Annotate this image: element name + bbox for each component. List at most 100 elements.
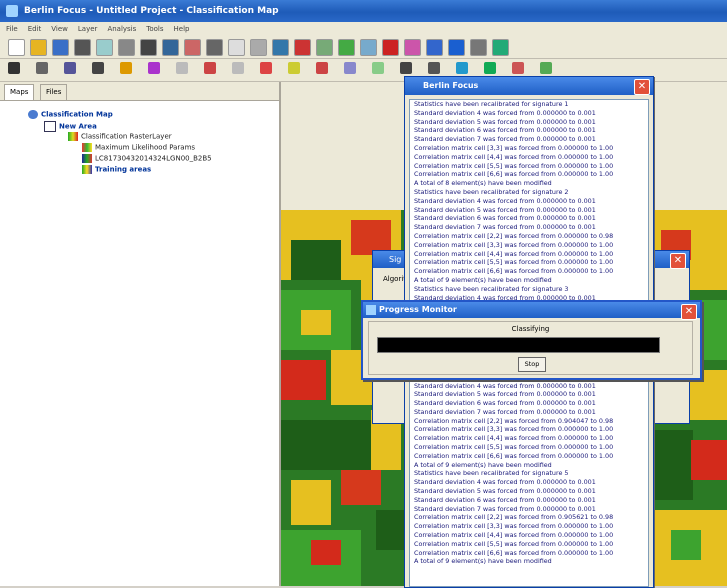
toolbar-button-icon[interactable]: [426, 39, 443, 56]
log-line: Standard deviation 4 was forced from 0.0…: [414, 196, 596, 205]
toolbar-button-icon[interactable]: [206, 39, 223, 56]
tree-item-landsat-image[interactable]: LC81730432014324LGN00_B2B5: [82, 154, 212, 163]
toolbar-button-icon[interactable]: [360, 39, 377, 56]
log-line: Correlation matrix cell [6,6] was forced…: [414, 267, 614, 276]
panel-tabs: Maps Files: [0, 82, 279, 101]
log-line: Standard deviation 5 was forced from 0.0…: [414, 487, 596, 496]
log-line: Standard deviation 6 was forced from 0.0…: [414, 399, 596, 408]
toolbar-button-icon[interactable]: [338, 39, 355, 56]
tree-item-classification-map[interactable]: Classification Map: [28, 110, 113, 119]
log-line: Standard deviation 4 was forced from 0.0…: [414, 478, 596, 487]
progress-monitor-icon: [366, 305, 376, 315]
toolbar-button-icon[interactable]: [492, 39, 509, 56]
menu-item-view[interactable]: View: [51, 25, 68, 33]
drawing-tool-icon[interactable]: [148, 62, 160, 74]
app-icon: [6, 5, 18, 17]
toolbar-button-icon[interactable]: [74, 39, 91, 56]
tree-item-training-areas[interactable]: Training areas: [82, 165, 151, 174]
log-line: Correlation matrix cell [5,5] was forced…: [414, 443, 614, 452]
drawing-tool-icon[interactable]: [204, 62, 216, 74]
tab-files[interactable]: Files: [40, 84, 68, 100]
drawing-tool-icon[interactable]: [428, 62, 440, 74]
menu-item-help[interactable]: Help: [174, 25, 190, 33]
toolbar-button-icon[interactable]: [118, 39, 135, 56]
toolbar-button-icon[interactable]: [52, 39, 69, 56]
toolbar-button-icon[interactable]: [184, 39, 201, 56]
drawing-tool-icon[interactable]: [288, 62, 300, 74]
toolbar-button-icon[interactable]: [30, 39, 47, 56]
progress-monitor-close-button[interactable]: ✕: [681, 304, 697, 320]
drawing-tool-icon[interactable]: [64, 62, 76, 74]
signature-dialog-close-button[interactable]: ✕: [670, 253, 686, 269]
menu-item-edit[interactable]: Edit: [28, 25, 42, 33]
drawing-tool-icon[interactable]: [456, 62, 468, 74]
log-line: Standard deviation 6 was forced from 0.0…: [414, 214, 596, 223]
toolbar-button-icon[interactable]: [250, 39, 267, 56]
progress-monitor-title-bar: Progress Monitor ✕: [363, 302, 700, 320]
drawing-tool-icon[interactable]: [400, 62, 412, 74]
menu-item-layer[interactable]: Layer: [78, 25, 98, 33]
drawing-tool-icon[interactable]: [176, 62, 188, 74]
progress-status-label: Classifying: [511, 325, 550, 333]
log-line: Standard deviation 5 was forced from 0.0…: [414, 390, 596, 399]
toolbar-button-icon[interactable]: [470, 39, 487, 56]
log-line: A total of 9 element(s) have been modifi…: [414, 275, 552, 284]
toolbar-button-icon[interactable]: [162, 39, 179, 56]
drawing-tool-icon[interactable]: [260, 62, 272, 74]
drawing-tool-icon[interactable]: [512, 62, 524, 74]
log-line: A total of 9 element(s) have been modifi…: [414, 460, 552, 469]
toolbar-button-icon[interactable]: [8, 39, 25, 56]
stop-button[interactable]: Stop: [518, 357, 546, 372]
menu-item-analysis[interactable]: Analysis: [107, 25, 136, 33]
toolbar-button-icon[interactable]: [96, 39, 113, 56]
main-toolbar: [0, 36, 727, 59]
menu-item-file[interactable]: File: [6, 25, 18, 33]
log-window-title-bar: Berlin Focus ✕: [405, 77, 653, 95]
log-line: A total of 9 element(s) have been modifi…: [414, 557, 552, 566]
log-line: Correlation matrix cell [2,2] was forced…: [414, 231, 614, 240]
drawing-tool-icon[interactable]: [232, 62, 244, 74]
toolbar-button-icon[interactable]: [228, 39, 245, 56]
toolbar-button-icon[interactable]: [272, 39, 289, 56]
tree-item-raster-layer[interactable]: Classification RasterLayer: [68, 132, 172, 141]
menu-item-tools[interactable]: Tools: [146, 25, 163, 33]
drawing-tool-icon[interactable]: [36, 62, 48, 74]
tree-item-new-area[interactable]: New Area: [44, 121, 97, 132]
log-line: A total of 8 element(s) have been modifi…: [414, 179, 552, 188]
log-line: Standard deviation 7 was forced from 0.0…: [414, 504, 596, 513]
tab-maps[interactable]: Maps: [4, 84, 35, 100]
drawing-tool-icon[interactable]: [540, 62, 552, 74]
drawing-tool-icon[interactable]: [8, 62, 20, 74]
toolbar-button-icon[interactable]: [140, 39, 157, 56]
title-bar: Berlin Focus - Untitled Project - Classi…: [0, 0, 727, 22]
progress-panel: Classifying Stop: [368, 321, 693, 375]
drawing-tool-icon[interactable]: [92, 62, 104, 74]
polygon-layer-icon: [82, 165, 92, 174]
log-line: Correlation matrix cell [3,3] was forced…: [414, 240, 614, 249]
log-line: Correlation matrix cell [2,2] was forced…: [414, 513, 614, 522]
log-line: Standard deviation 7 was forced from 0.0…: [414, 223, 596, 232]
log-line: Correlation matrix cell [4,4] was forced…: [414, 249, 614, 258]
toolbar-button-icon[interactable]: [294, 39, 311, 56]
drawing-tool-icon[interactable]: [344, 62, 356, 74]
log-line: Correlation matrix cell [4,4] was forced…: [414, 152, 614, 161]
table-of-contents-panel: Maps Files Classification Map New Area C…: [0, 82, 281, 586]
toolbar-button-icon[interactable]: [404, 39, 421, 56]
raster-icon: [82, 143, 92, 152]
drawing-tool-icon[interactable]: [372, 62, 384, 74]
progress-monitor-dialog: Progress Monitor ✕ Classifying Stop: [361, 300, 702, 380]
log-line: Correlation matrix cell [4,4] was forced…: [414, 531, 614, 540]
progress-bar-fill: [378, 338, 659, 352]
toolbar-button-icon[interactable]: [316, 39, 333, 56]
log-line: Standard deviation 5 was forced from 0.0…: [414, 205, 596, 214]
toolbar-button-icon[interactable]: [382, 39, 399, 56]
drawing-tool-icon[interactable]: [484, 62, 496, 74]
map-icon: [28, 110, 38, 119]
log-line: Statistics have been recalibrated for si…: [414, 469, 569, 478]
log-line: Correlation matrix cell [3,3] was forced…: [414, 522, 614, 531]
log-window-close-button[interactable]: ✕: [634, 79, 650, 95]
tree-item-ml-params[interactable]: Maximum Likelihood Params: [82, 143, 195, 152]
drawing-tool-icon[interactable]: [316, 62, 328, 74]
drawing-tool-icon[interactable]: [120, 62, 132, 74]
toolbar-button-icon[interactable]: [448, 39, 465, 56]
